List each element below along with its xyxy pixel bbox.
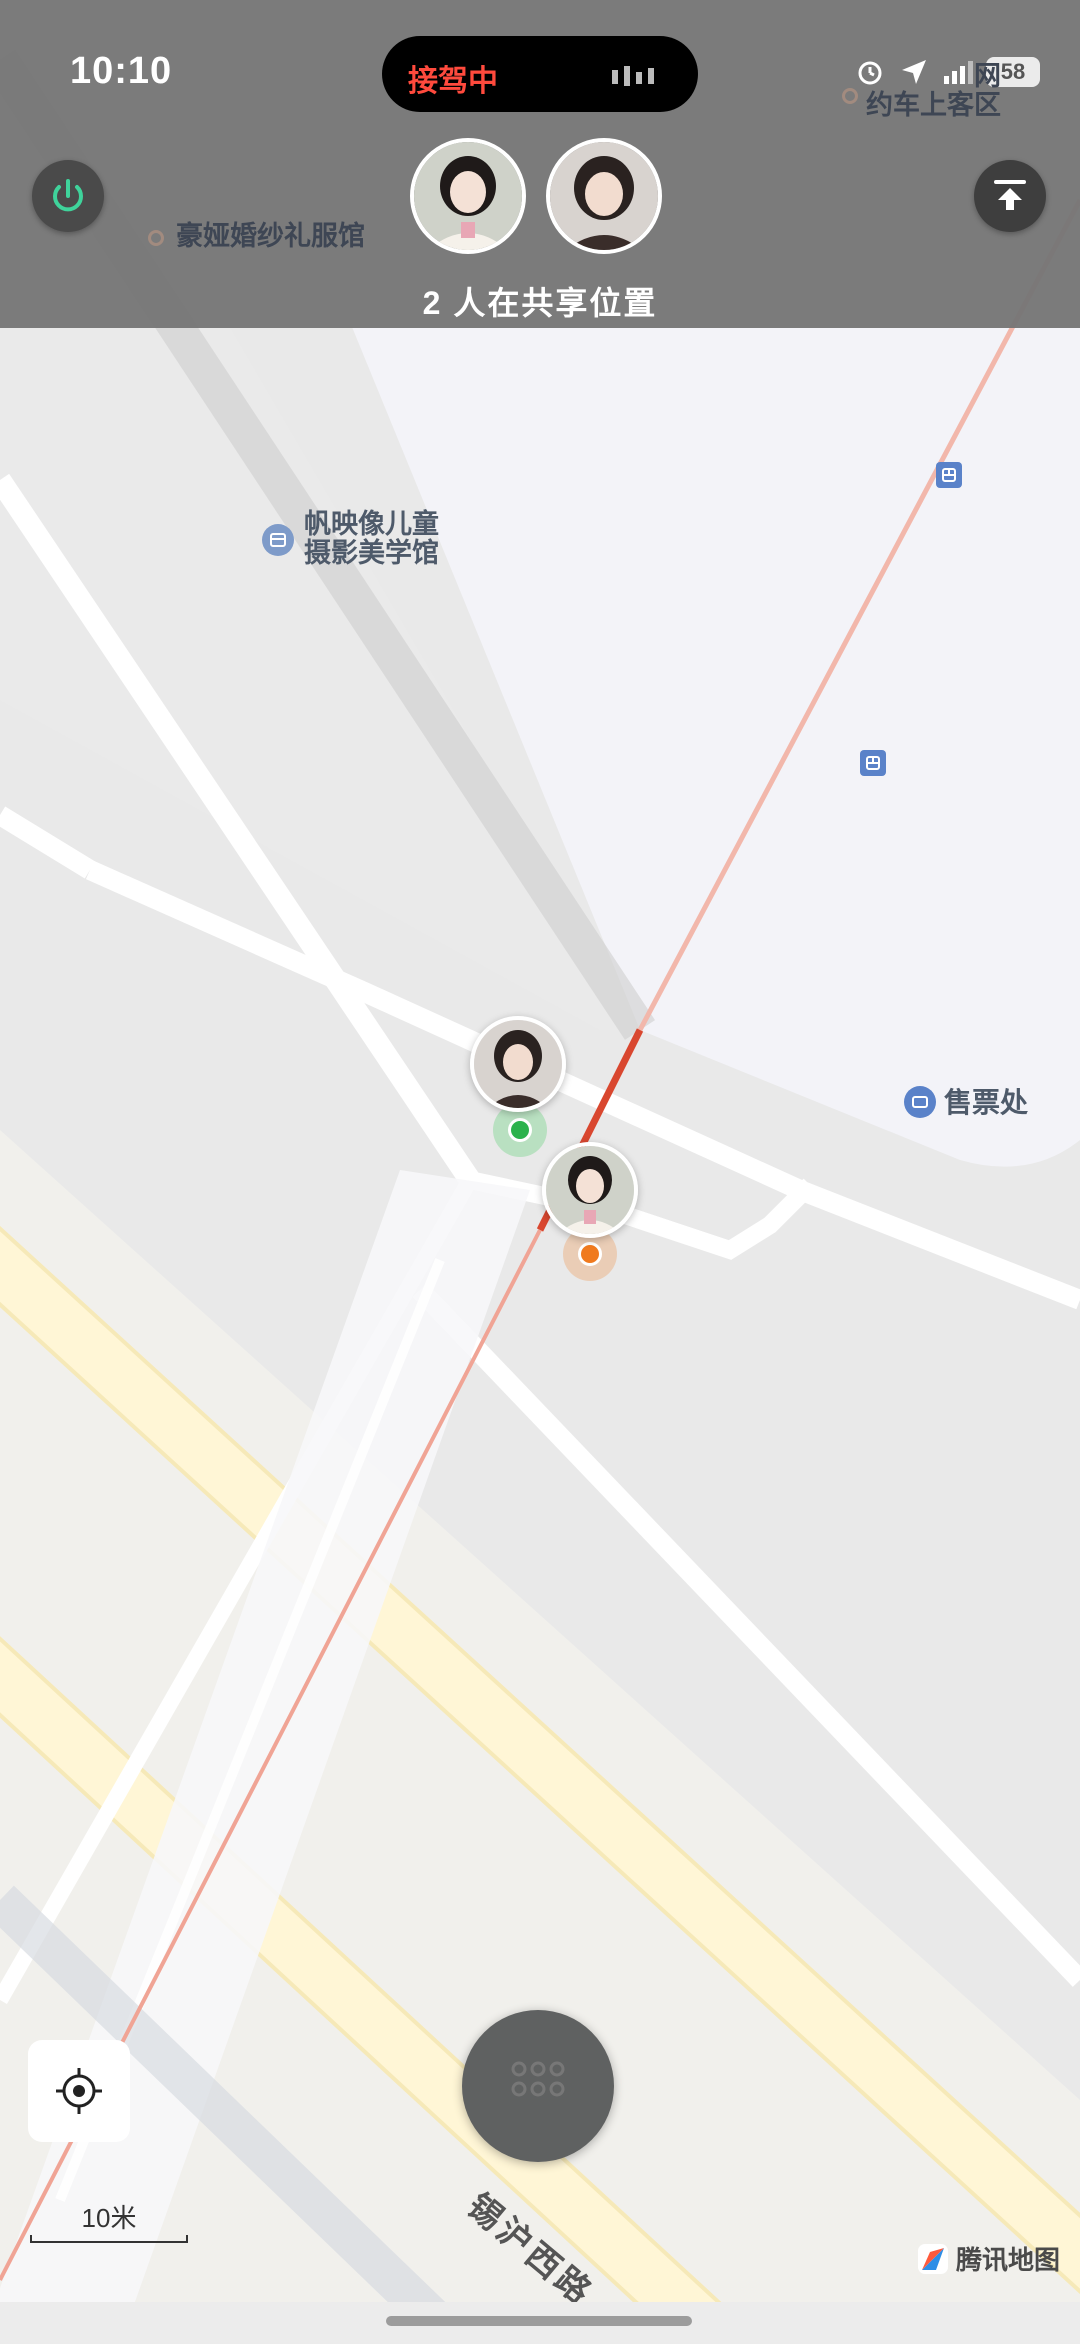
island-status-label: 接驾中 bbox=[408, 65, 498, 98]
poi-photo-studio[interactable]: 帆映像儿童 摄影美学馆 bbox=[304, 510, 439, 568]
island-activity-icon bbox=[612, 66, 654, 86]
locate-me-button[interactable] bbox=[28, 2040, 130, 2142]
poi-pickup-area[interactable]: 网 约车上客区 bbox=[866, 62, 1001, 120]
poi-pickup-area-line2: 约车上客区 bbox=[866, 90, 1001, 120]
end-share-power-button[interactable] bbox=[32, 160, 104, 232]
status-time: 10:10 bbox=[70, 50, 173, 92]
map-scale: 10米 bbox=[30, 2198, 188, 2243]
driver-location-pin-orange[interactable] bbox=[578, 1242, 602, 1266]
driver-avatar-image bbox=[546, 1146, 634, 1234]
bus-stop-icon[interactable] bbox=[936, 462, 962, 488]
dynamic-island[interactable]: 接驾中 bbox=[382, 36, 698, 112]
participant-avatar-1[interactable] bbox=[410, 138, 526, 254]
scale-label: 10米 bbox=[81, 2203, 137, 2233]
poi-ticket-office[interactable]: 售票处 bbox=[944, 1088, 1028, 1117]
share-count-label: 2 人在共享位置 bbox=[422, 285, 658, 321]
map-canvas[interactable] bbox=[0, 0, 1080, 2344]
menu-button[interactable] bbox=[462, 2010, 614, 2162]
participant-avatar-1-image bbox=[414, 142, 522, 250]
map-provider-logo: 腾讯地图 bbox=[916, 2240, 1060, 2277]
tencent-map-icon bbox=[917, 2243, 948, 2274]
bus-stop-icon[interactable] bbox=[860, 750, 886, 776]
grid-dots-icon bbox=[511, 2061, 565, 2097]
locate-crosshair-icon bbox=[56, 2068, 102, 2114]
poi-photo-studio-line1: 帆映像儿童 bbox=[304, 509, 439, 539]
ticket-office-icon[interactable] bbox=[904, 1086, 936, 1118]
power-icon bbox=[53, 179, 83, 212]
poi-dot bbox=[148, 230, 164, 246]
poi-pickup-area-line1: 网 bbox=[974, 61, 1001, 91]
photo-studio-icon[interactable] bbox=[262, 524, 294, 556]
pin-to-top-button[interactable] bbox=[974, 160, 1046, 232]
scale-line bbox=[30, 2235, 188, 2243]
poi-photo-studio-line2: 摄影美学馆 bbox=[304, 538, 439, 568]
member-avatar-marker[interactable] bbox=[470, 1016, 566, 1112]
participant-avatar-2-image bbox=[550, 142, 658, 250]
poi-dot bbox=[842, 88, 858, 104]
road-b-start bbox=[0, 806, 96, 879]
user-location-pin-green[interactable] bbox=[508, 1118, 532, 1142]
poi-wedding-shop[interactable]: 豪娅婚纱礼服馆 bbox=[176, 222, 365, 251]
map-screen: 帆映像儿童 摄影美学馆 售票处 10:10 接驾中 58 豪娅婚纱礼服馆 网 约… bbox=[0, 0, 1080, 2344]
home-indicator[interactable] bbox=[386, 2316, 692, 2326]
driver-avatar-marker[interactable] bbox=[542, 1142, 638, 1238]
map-provider-label: 腾讯地图 bbox=[955, 2245, 1060, 2275]
upload-to-top-icon bbox=[994, 180, 1026, 210]
member-avatar-image bbox=[474, 1020, 562, 1108]
participant-avatar-2[interactable] bbox=[546, 138, 662, 254]
share-header: 10:10 接驾中 58 豪娅婚纱礼服馆 网 约车上客区 2 人在共享位置 bbox=[0, 0, 1080, 328]
